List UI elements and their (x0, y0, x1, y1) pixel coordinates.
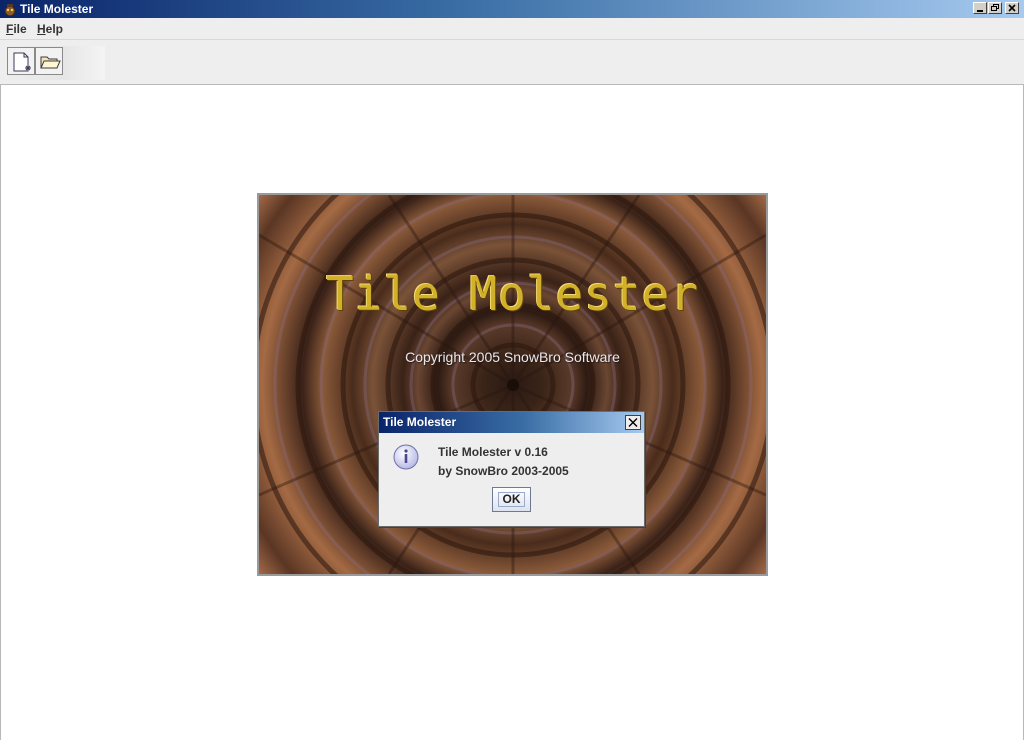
open-folder-icon (40, 56, 61, 69)
about-dialog: Tile Molester Tile Molester v 0.16 by Sn… (378, 411, 645, 527)
app-icon (3, 2, 17, 17)
app-window: Tile Molester File Help Tile Molester Co… (0, 0, 1024, 740)
close-icon (1008, 4, 1016, 12)
open-folder-button[interactable] (35, 47, 63, 75)
new-file-icon (13, 52, 31, 72)
ok-button[interactable]: OK (492, 487, 531, 512)
menu-help[interactable]: Help (36, 21, 64, 37)
restore-icon (991, 4, 999, 11)
close-icon (628, 418, 638, 427)
dialog-title: Tile Molester (383, 415, 457, 429)
window-titlebar[interactable]: Tile Molester (0, 0, 1024, 18)
toolbar (0, 41, 1024, 84)
dialog-message-line1: Tile Molester v 0.16 (438, 445, 548, 459)
ok-button-label: OK (502, 492, 521, 506)
close-button[interactable] (1005, 2, 1019, 14)
restore-button[interactable] (988, 2, 1002, 14)
dialog-close-button[interactable] (625, 415, 641, 430)
splash-title: Tile Molester (325, 267, 700, 321)
menu-bar: File Help (0, 18, 1024, 40)
splash-copyright: Copyright 2005 SnowBro Software (405, 349, 620, 365)
new-file-button[interactable] (7, 47, 35, 75)
dialog-titlebar[interactable]: Tile Molester (379, 412, 644, 433)
info-icon (392, 443, 420, 475)
minimize-icon (977, 10, 983, 12)
minimize-button[interactable] (973, 2, 987, 14)
menu-file[interactable]: File (5, 21, 28, 37)
dialog-message-line2: by SnowBro 2003-2005 (438, 464, 569, 478)
window-title: Tile Molester (20, 2, 94, 16)
